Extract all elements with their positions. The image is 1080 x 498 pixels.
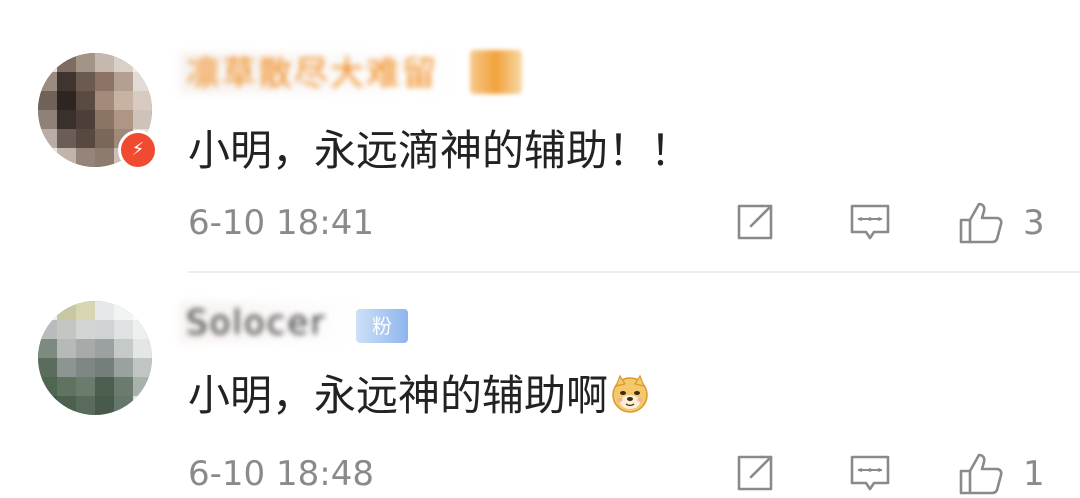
- comment-item: Solocer 粉 小明，永远神的辅助啊 6-10 18:48 1: [0, 273, 1080, 498]
- thumbs-up-icon: [959, 202, 1003, 244]
- member-badge: [470, 50, 522, 94]
- like-button[interactable]: 1: [957, 451, 1045, 497]
- reply-button[interactable]: [848, 200, 892, 244]
- timestamp: 6-10 18:48: [188, 454, 374, 494]
- comment-icon: [850, 455, 890, 491]
- avatar[interactable]: [38, 301, 152, 415]
- comment-text-body: 小明，永远神的辅助啊: [188, 371, 609, 420]
- doge-emoji-icon: [612, 374, 648, 413]
- reply-button[interactable]: [848, 451, 892, 495]
- thumbs-up-icon: [959, 453, 1003, 495]
- like-count: 3: [1023, 203, 1045, 243]
- username[interactable]: Solocer: [186, 303, 326, 343]
- comment-text: 小明，永远滴神的辅助！！: [188, 126, 693, 175]
- comment-icon: [850, 204, 890, 240]
- share-button[interactable]: [733, 451, 777, 495]
- timestamp: 6-10 18:41: [188, 203, 374, 243]
- share-edit-icon: [737, 455, 773, 491]
- avatar-mosaic: [38, 301, 152, 415]
- fan-badge: 粉: [356, 309, 408, 343]
- share-edit-icon: [737, 204, 773, 240]
- username[interactable]: 凛草散尽大难留: [186, 54, 438, 94]
- like-count: 1: [1023, 454, 1045, 494]
- like-button[interactable]: 3: [957, 200, 1045, 246]
- comment-text: 小明，永远神的辅助啊: [188, 368, 650, 424]
- verified-badge: ⚡: [118, 130, 158, 170]
- share-button[interactable]: [733, 200, 777, 244]
- comment-item: ⚡ 凛草散尽大难留 小明，永远滴神的辅助！！ 6-10 18:41 3: [0, 0, 1080, 272]
